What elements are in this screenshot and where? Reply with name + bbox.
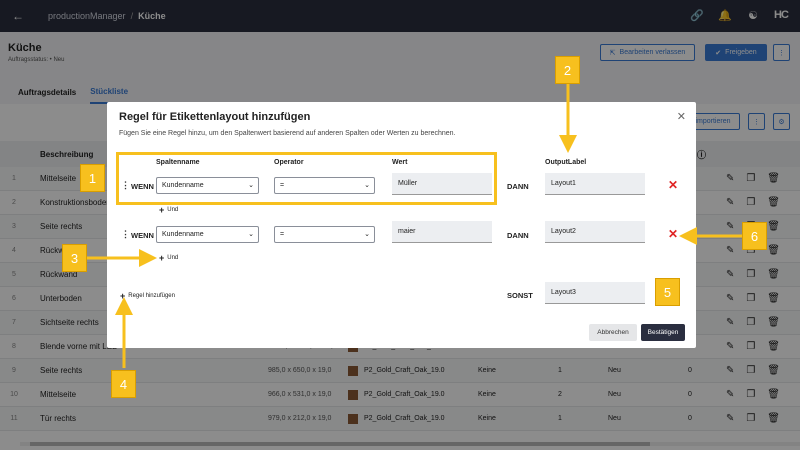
else-output-input[interactable]: Layout3 xyxy=(545,282,645,304)
callout-2: 2 xyxy=(555,56,580,84)
rule-2-add-and-button[interactable]: + Und xyxy=(159,253,178,263)
rule-2-column-select[interactable]: Kundenname ⌄ xyxy=(156,226,259,243)
close-icon[interactable]: ✕ xyxy=(677,110,686,123)
add-label-layout-rule-dialog: Regel für Etikettenlayout hinzufügen Füg… xyxy=(107,102,696,348)
callout-5: 5 xyxy=(655,278,680,306)
rule-1-add-and-button[interactable]: + Und xyxy=(159,205,178,215)
dialog-subtitle: Fügen Sie eine Regel hinzu, um den Spalt… xyxy=(119,130,456,137)
rule-2-wenn: WENN xyxy=(131,231,154,240)
callout-1: 1 xyxy=(80,164,105,192)
rule-2-value-input[interactable]: maier xyxy=(392,221,492,243)
drag-handle-icon[interactable]: ⋮ xyxy=(121,229,130,240)
plus-icon: + xyxy=(120,291,126,301)
callout-3: 3 xyxy=(62,244,87,272)
chevron-down-icon: ⌄ xyxy=(248,231,254,238)
else-label: SONST xyxy=(507,291,533,300)
dialog-title: Regel für Etikettenlayout hinzufügen xyxy=(119,111,311,123)
add-rule-button[interactable]: + Regel hinzufügen xyxy=(120,291,175,301)
plus-icon: + xyxy=(159,205,165,215)
callout-4: 4 xyxy=(111,370,136,398)
chevron-down-icon: ⌄ xyxy=(364,231,370,238)
plus-icon: + xyxy=(159,253,165,263)
rule-2-output-input[interactable]: Layout2 xyxy=(545,221,645,243)
rule-2-operator-select[interactable]: = ⌄ xyxy=(274,226,375,243)
rule-1-dann: DANN xyxy=(507,182,529,191)
rule-2-delete-icon[interactable]: ✕ xyxy=(668,227,678,241)
header-output-label: OutputLabel xyxy=(545,159,587,166)
rule-2-dann: DANN xyxy=(507,231,529,240)
callout-6: 6 xyxy=(742,222,767,250)
annotation-highlight-box xyxy=(116,152,497,205)
cancel-button[interactable]: Abbrechen xyxy=(589,324,637,341)
rule-1-delete-icon[interactable]: ✕ xyxy=(668,178,678,192)
confirm-button[interactable]: Bestätigen xyxy=(641,324,685,341)
rule-1-output-input[interactable]: Layout1 xyxy=(545,173,645,195)
